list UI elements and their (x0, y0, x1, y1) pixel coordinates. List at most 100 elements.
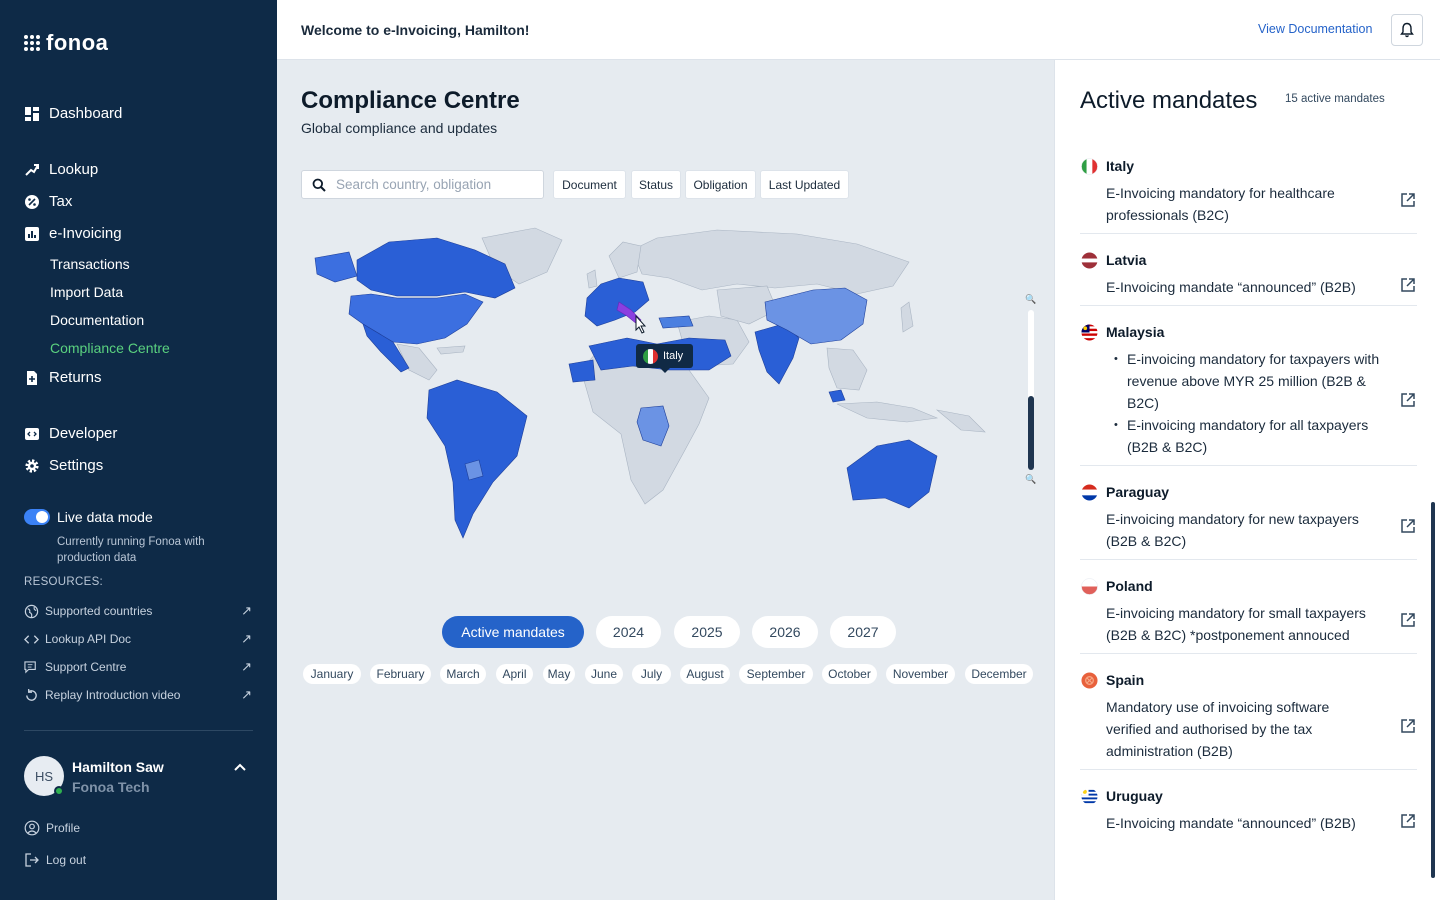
tab-2027[interactable]: 2027 (830, 616, 896, 648)
external-link-icon[interactable] (1400, 277, 1416, 293)
subnav-import-data[interactable]: Import Data (50, 284, 123, 300)
external-link-icon[interactable] (1400, 518, 1416, 534)
filter-last-updated[interactable]: Last Updated (760, 170, 849, 199)
fonoa-logo[interactable]: fonoa (24, 30, 108, 56)
mandate-bullet: E-invoicing mandatory for taxpayers with… (1106, 348, 1391, 414)
filter-obligation[interactable]: Obligation (685, 170, 756, 199)
map-japan[interactable] (900, 301, 914, 333)
logout-link[interactable]: Log out (24, 852, 86, 868)
map-caribbean[interactable] (436, 345, 466, 355)
month-may[interactable]: May (543, 664, 575, 684)
map-south-america[interactable] (426, 379, 528, 539)
map-uk[interactable] (586, 269, 598, 289)
filter-document[interactable]: Document (553, 170, 626, 199)
resource-lookup-api-doc[interactable]: Lookup API Doc ↗ (24, 631, 252, 647)
map-malaysia[interactable] (828, 389, 846, 403)
nav-returns[interactable]: Returns (24, 369, 102, 386)
map-new-guinea[interactable] (935, 409, 986, 433)
mandate-description: E-Invoicing mandate “announced” (B2B) (1106, 815, 1356, 831)
mandate-item-latvia[interactable]: Latvia E-Invoicing mandate “announced” (… (1080, 252, 1417, 306)
panel-scrollbar[interactable] (1431, 502, 1435, 878)
world-map[interactable] (297, 220, 997, 565)
tab-2024[interactable]: 2024 (596, 616, 661, 648)
map-scandinavia[interactable] (608, 241, 642, 279)
search-icon (312, 178, 326, 192)
external-link-icon[interactable] (1400, 612, 1416, 628)
resource-supported-countries[interactable]: Supported countries ↗ (24, 603, 252, 619)
mandate-item-uruguay[interactable]: Uruguay E-Invoicing mandate “announced” … (1080, 788, 1417, 842)
search-box[interactable] (301, 170, 544, 199)
month-march[interactable]: March (440, 664, 486, 684)
welcome-message: Welcome to e-Invoicing, Hamilton! (301, 22, 530, 38)
live-mode-toggle[interactable] (24, 509, 50, 525)
month-april[interactable]: April (496, 664, 533, 684)
nav-label: Returns (49, 369, 102, 386)
subnav-transactions[interactable]: Transactions (50, 256, 130, 272)
tab-active-mandates[interactable]: Active mandates (442, 616, 584, 648)
month-august[interactable]: August (680, 664, 730, 684)
subnav-compliance-centre[interactable]: Compliance Centre (50, 340, 170, 356)
nav-developer[interactable]: Developer (24, 425, 117, 442)
tab-2026[interactable]: 2026 (752, 616, 818, 648)
external-arrow-icon: ↗ (241, 631, 252, 646)
month-july[interactable]: July (632, 664, 671, 684)
mandate-count: 15 active mandates (1285, 93, 1385, 105)
nav-tax[interactable]: Tax (24, 193, 72, 210)
map-southeast-asia[interactable] (826, 347, 868, 391)
mandate-item-paraguay[interactable]: Paraguay E-invoicing mandatory for new t… (1080, 484, 1417, 560)
resource-label: Replay Introduction video (45, 688, 181, 702)
map-tooltip: Italy (636, 344, 693, 373)
zoom-slider-thumb[interactable] (1028, 396, 1034, 470)
nav-einvoicing[interactable]: e-Invoicing (24, 225, 122, 242)
zoom-out-icon[interactable]: 🔍 (1025, 474, 1036, 485)
user-name: Hamilton Saw (72, 759, 164, 775)
resource-support-centre[interactable]: Support Centre ↗ (24, 659, 252, 675)
view-documentation-link[interactable]: View Documentation (1258, 22, 1372, 36)
nav-lookup[interactable]: Lookup (24, 161, 98, 178)
month-october[interactable]: October (822, 664, 877, 684)
map-russia[interactable] (631, 229, 910, 295)
einvoicing-icon (25, 226, 39, 241)
external-link-icon[interactable] (1400, 192, 1416, 208)
month-september[interactable]: September (739, 664, 813, 684)
panel-title: Active mandates (1080, 87, 1258, 114)
notifications-button[interactable] (1391, 14, 1423, 46)
month-january[interactable]: January (303, 664, 361, 684)
external-link-icon[interactable] (1400, 718, 1416, 734)
month-february[interactable]: February (370, 664, 431, 684)
external-arrow-icon: ↗ (241, 659, 252, 674)
lookup-icon (25, 163, 39, 176)
external-link-icon[interactable] (1400, 392, 1416, 408)
page-title: Compliance Centre (301, 87, 520, 114)
chevron-up-icon[interactable] (233, 762, 247, 772)
returns-icon (27, 370, 37, 385)
map-australia[interactable] (846, 439, 938, 509)
cursor-icon (635, 314, 647, 334)
sidebar-divider (24, 730, 253, 731)
live-mode-description: Currently running Fonoa with production … (57, 536, 205, 564)
nav-settings[interactable]: Settings (24, 457, 103, 474)
profile-link[interactable]: Profile (24, 820, 80, 836)
nav-dashboard[interactable]: Dashboard (24, 105, 122, 122)
month-december[interactable]: December (965, 664, 1033, 684)
month-june[interactable]: June (585, 664, 623, 684)
zoom-in-icon[interactable]: 🔍 (1025, 294, 1036, 305)
map-alaska[interactable] (314, 251, 358, 283)
globe-icon (24, 604, 39, 618)
map-west-africa[interactable] (568, 359, 596, 383)
resource-replay-video[interactable]: Replay Introduction video ↗ (24, 687, 252, 703)
tab-2025[interactable]: 2025 (674, 616, 740, 648)
mandate-item-malaysia[interactable]: Malaysia E-invoicing mandatory for taxpa… (1080, 324, 1417, 466)
external-link-icon[interactable] (1400, 813, 1416, 829)
filter-status[interactable]: Status (631, 170, 681, 199)
map-indonesia[interactable] (836, 401, 939, 423)
subnav-documentation[interactable]: Documentation (50, 312, 144, 328)
mandate-item-spain[interactable]: Spain Mandatory use of invoicing softwar… (1080, 672, 1417, 770)
map-turkey[interactable] (658, 315, 694, 329)
mandate-item-italy[interactable]: Italy E-Invoicing mandatory for healthca… (1080, 158, 1417, 234)
mandate-item-poland[interactable]: Poland E-invoicing mandatory for small t… (1080, 578, 1417, 654)
month-november[interactable]: November (886, 664, 955, 684)
logo-dots-icon (24, 35, 40, 51)
search-input[interactable] (336, 177, 526, 192)
mandate-country: Poland (1106, 578, 1153, 594)
